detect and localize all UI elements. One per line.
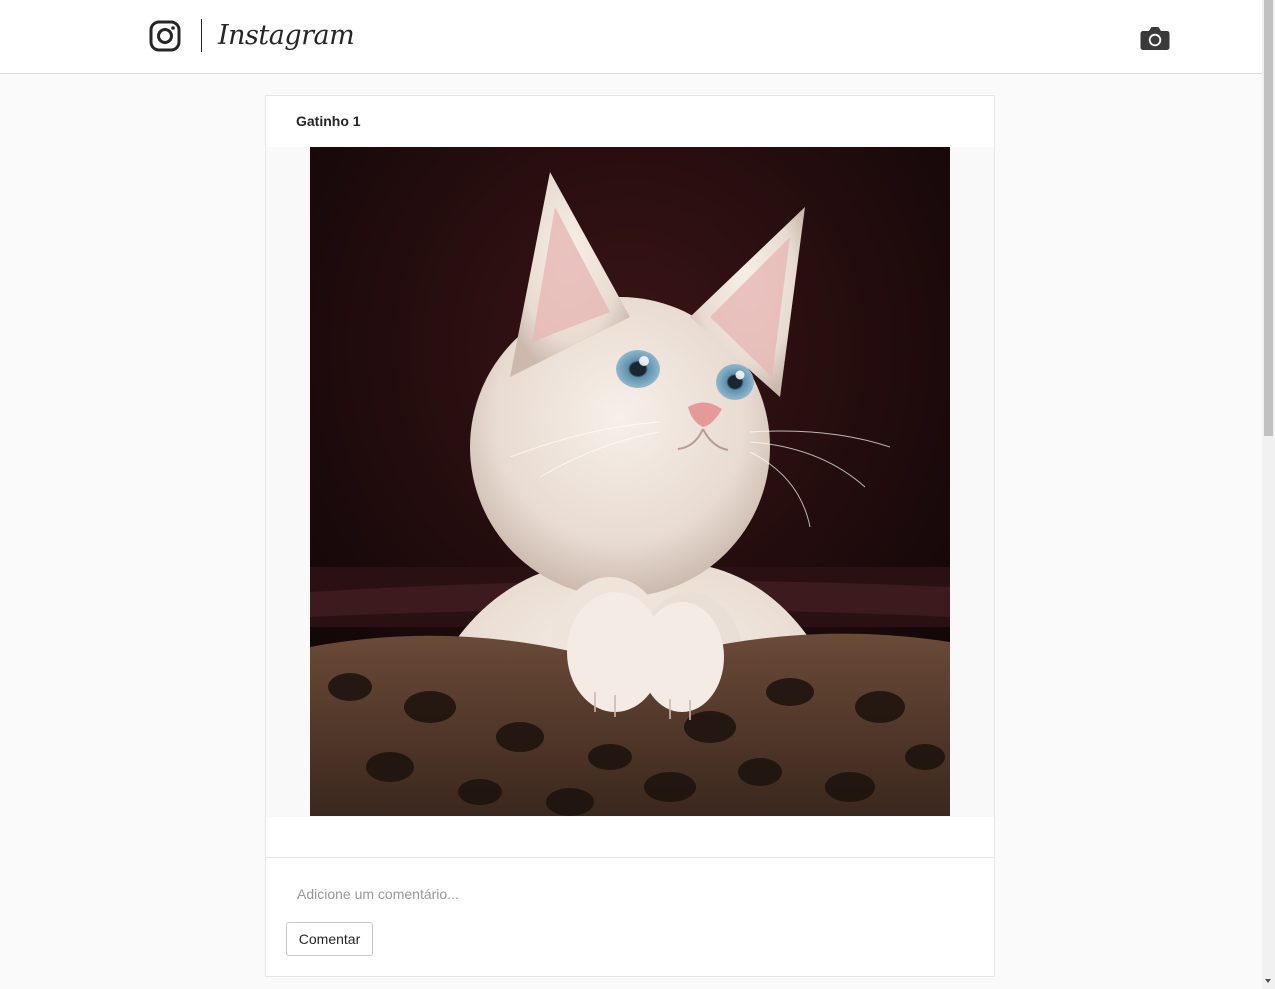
top-navbar: Instagram	[0, 0, 1262, 74]
instagram-glyph-icon[interactable]	[149, 20, 181, 52]
post-card: Gatinho 1 Adicione um comentário... Come…	[265, 95, 995, 977]
post-photo-container	[266, 147, 994, 817]
camera-icon[interactable]	[1140, 25, 1170, 51]
comment-divider	[266, 857, 994, 858]
logo-divider	[201, 19, 202, 52]
scrollbar-thumb[interactable]	[1264, 0, 1273, 436]
scroll-down-arrow-icon[interactable]	[1265, 979, 1271, 983]
post-title: Gatinho 1	[296, 113, 361, 129]
comment-input[interactable]	[286, 882, 977, 906]
vertical-scrollbar[interactable]	[1262, 0, 1275, 989]
kitten-illustration	[310, 147, 950, 816]
comment-submit-button[interactable]: Comentar	[286, 922, 373, 956]
instagram-wordmark[interactable]: Instagram	[218, 16, 355, 56]
post-photo	[310, 147, 950, 816]
